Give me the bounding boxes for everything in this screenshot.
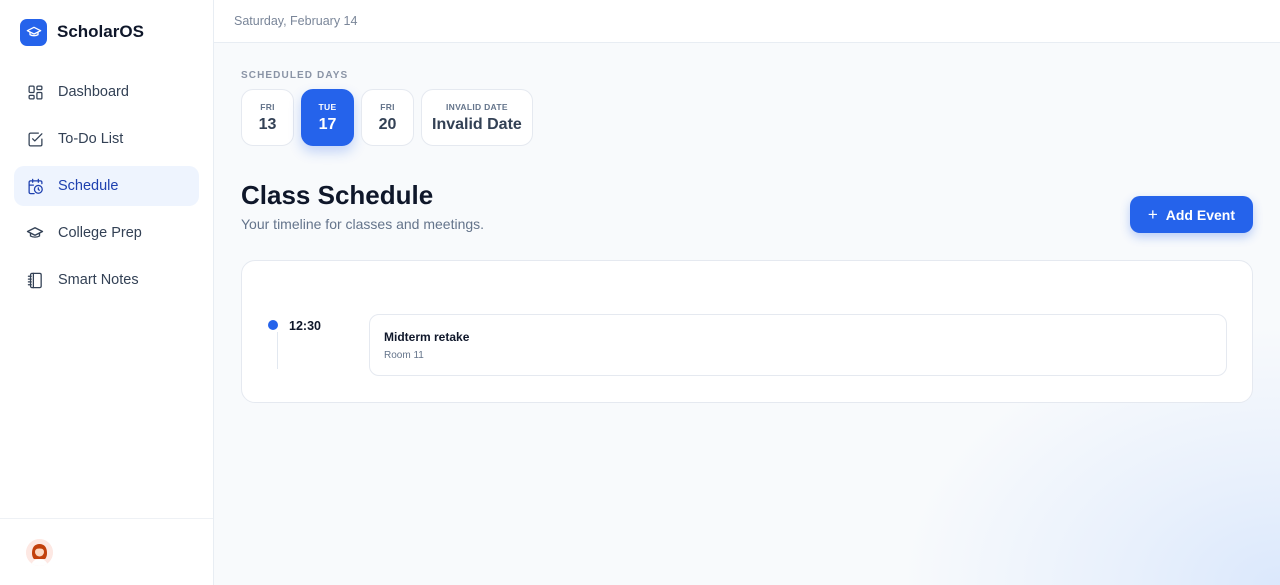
event-time: 12:30: [289, 319, 321, 333]
sidebar-item-label: To-Do List: [58, 131, 124, 147]
user-avatar[interactable]: [26, 538, 53, 566]
sidebar-item-dashboard[interactable]: Dashboard: [14, 72, 199, 112]
schedule-content: SCHEDULED DAYS FRI 13 TUE 17 FRI 20 INVA…: [214, 70, 1280, 403]
event-room: Room 11: [384, 350, 424, 361]
calendar-clock-icon: [26, 177, 44, 195]
page-title: Class Schedule: [241, 180, 434, 210]
notebook-icon: [26, 271, 44, 289]
checkbox-icon: [26, 130, 44, 148]
page-header: Class Schedule Your timeline for classes…: [241, 180, 1253, 233]
brand-name: ScholarOS: [57, 22, 144, 41]
plus-icon: +: [1147, 205, 1158, 224]
day-of-week: FRI: [260, 101, 275, 112]
scheduled-days-list: FRI 13 TUE 17 FRI 20 INVALID DATE Invali…: [241, 89, 1253, 146]
sidebar-item-label: Dashboard: [58, 84, 129, 100]
graduation-cap-logo-icon: [20, 18, 47, 46]
scheduled-days-label: SCHEDULED DAYS: [241, 70, 349, 81]
day-chip-selected[interactable]: TUE 17: [301, 89, 354, 146]
page-subtitle: Your timeline for classes and meetings.: [241, 216, 485, 232]
day-chip[interactable]: FRI 20: [361, 89, 414, 146]
grid-icon: [26, 83, 44, 101]
app-root: ScholarOS Dashboard To-Do List Schedule …: [0, 0, 1280, 585]
add-event-label: Add Event: [1165, 206, 1235, 223]
sidebar-item-label: Schedule: [58, 178, 119, 194]
brand[interactable]: ScholarOS: [0, 0, 213, 64]
graduation-cap-icon: [26, 224, 44, 242]
event-title: Midterm retake: [384, 330, 470, 344]
day-number: Invalid Date: [432, 115, 522, 133]
add-event-button[interactable]: + Add Event: [1129, 196, 1253, 233]
day-number: 17: [318, 115, 337, 133]
day-of-week: TUE: [318, 101, 337, 112]
day-of-week: FRI: [380, 101, 395, 112]
sidebar-nav: Dashboard To-Do List Schedule College Pr…: [0, 72, 213, 300]
sidebar-item-schedule[interactable]: Schedule: [14, 166, 199, 206]
sidebar-footer: [0, 518, 213, 585]
day-number: 13: [258, 115, 277, 133]
topbar: Saturday, February 14: [214, 0, 1280, 43]
day-chip[interactable]: FRI 13: [241, 89, 294, 146]
day-chip[interactable]: INVALID DATE Invalid Date: [421, 89, 533, 146]
timeline-line: [277, 332, 278, 369]
current-date: Saturday, February 14: [234, 14, 358, 28]
event-card[interactable]: Midterm retake Room 11: [369, 314, 1227, 376]
sidebar-item-college-prep[interactable]: College Prep: [14, 213, 199, 253]
sidebar-item-smart-notes[interactable]: Smart Notes: [14, 260, 199, 300]
day-of-week: INVALID DATE: [445, 101, 508, 112]
sidebar-item-todo[interactable]: To-Do List: [14, 119, 199, 159]
sidebar: ScholarOS Dashboard To-Do List Schedule …: [0, 0, 214, 585]
timeline-card: 12:30 Midterm retake Room 11: [241, 260, 1253, 403]
main-content: Saturday, February 14 SCHEDULED DAYS FRI…: [214, 0, 1280, 585]
page-heading: Class Schedule Your timeline for classes…: [241, 180, 484, 232]
day-number: 20: [378, 115, 397, 133]
timeline-dot: [268, 320, 278, 330]
sidebar-item-label: College Prep: [58, 225, 142, 241]
sidebar-item-label: Smart Notes: [58, 272, 139, 288]
